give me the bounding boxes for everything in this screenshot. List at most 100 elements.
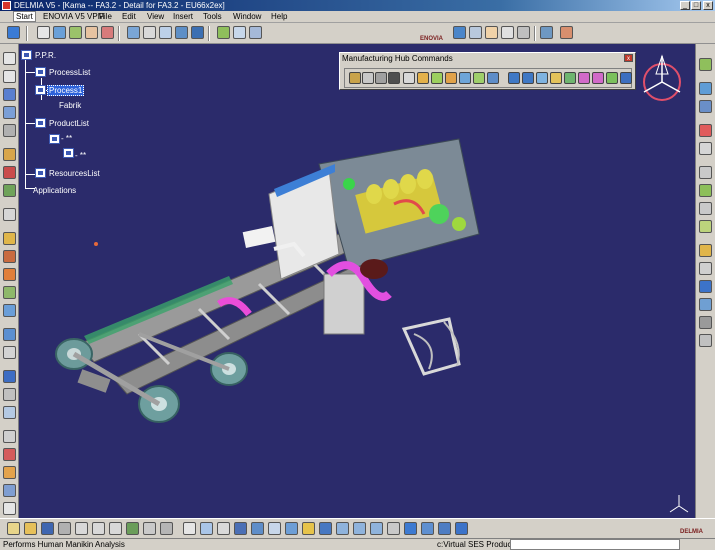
whats-this-icon[interactable] (160, 522, 173, 535)
link-icon[interactable] (249, 26, 262, 39)
macro-icon[interactable] (268, 522, 281, 535)
compass-widget[interactable] (636, 52, 688, 104)
minimize-button[interactable]: _ (680, 1, 690, 10)
resource-icon[interactable] (3, 148, 16, 161)
multi-view-icon[interactable] (404, 522, 417, 535)
menu-insert[interactable]: Insert (173, 12, 193, 21)
menu-window[interactable]: Window (233, 12, 261, 21)
doc-icon[interactable] (487, 72, 499, 84)
grid-icon[interactable] (175, 26, 188, 39)
rotate-icon[interactable] (336, 522, 349, 535)
cut-icon[interactable] (75, 522, 88, 535)
close-button[interactable]: x (703, 1, 713, 10)
orient-icon[interactable] (699, 262, 712, 275)
tree-fabrik[interactable]: Fabrik (59, 101, 81, 110)
move-icon[interactable] (445, 72, 457, 84)
hide-icon[interactable] (699, 316, 712, 329)
new-icon[interactable] (7, 522, 20, 535)
normal-view-icon[interactable] (387, 522, 400, 535)
arrange-icon[interactable] (540, 26, 553, 39)
process-list-icon[interactable] (35, 67, 46, 77)
report-icon[interactable] (3, 502, 16, 515)
binoculars-icon[interactable] (388, 72, 400, 84)
grid-icon[interactable] (522, 72, 534, 84)
folder-icon[interactable] (550, 72, 562, 84)
page-icon[interactable] (517, 26, 530, 39)
manufacturing-hub-toolbar[interactable]: Manufacturing Hub Commands x (339, 52, 636, 90)
link-icon[interactable] (3, 370, 16, 383)
undo-icon[interactable] (126, 522, 139, 535)
wizard-icon[interactable] (69, 26, 82, 39)
hammer-icon[interactable] (375, 72, 387, 84)
zoom-out-icon[interactable] (370, 522, 383, 535)
measure-icon[interactable] (699, 166, 712, 179)
bolt-icon[interactable] (417, 72, 429, 84)
product-icon[interactable] (63, 148, 74, 158)
review-icon[interactable] (699, 142, 712, 155)
hub-close-button[interactable]: x (624, 54, 633, 62)
filter-icon[interactable] (536, 72, 548, 84)
run-icon[interactable] (7, 26, 20, 39)
fly-icon[interactable] (699, 58, 712, 71)
menu-help[interactable]: Help (271, 12, 287, 21)
pan-icon[interactable] (302, 522, 315, 535)
formula-icon[interactable] (183, 522, 196, 535)
doc-icon[interactable] (233, 26, 246, 39)
compare-icon[interactable] (699, 124, 712, 137)
tool-icon[interactable] (362, 72, 374, 84)
process-icon[interactable] (35, 85, 46, 95)
layout-icon[interactable] (699, 184, 712, 197)
rail-icon[interactable] (349, 72, 361, 84)
print-icon[interactable] (58, 522, 71, 535)
catalog-icon[interactable] (251, 522, 264, 535)
shading-icon[interactable] (699, 280, 712, 293)
tree-product-item-2[interactable]: - ** (75, 151, 86, 160)
tree-product-list[interactable]: ProductList (49, 119, 89, 128)
pointer-icon[interactable] (699, 244, 712, 257)
tool-icon[interactable] (3, 250, 16, 263)
pointer-icon[interactable] (3, 70, 16, 83)
ppr-icon[interactable] (21, 50, 32, 60)
product-icon[interactable] (3, 88, 16, 101)
tree-process1[interactable]: Process1 (47, 85, 85, 96)
hub-title[interactable]: Manufacturing Hub Commands (342, 54, 633, 64)
arrow-icon[interactable] (473, 72, 485, 84)
share-icon[interactable] (459, 72, 471, 84)
tag-icon[interactable] (578, 72, 590, 84)
person-icon[interactable] (453, 26, 466, 39)
clash-icon[interactable] (699, 220, 712, 233)
section-icon[interactable] (699, 202, 712, 215)
record-icon[interactable] (3, 448, 16, 461)
shading-icon[interactable] (438, 522, 451, 535)
tree-icon[interactable] (101, 26, 114, 39)
swap-space-icon[interactable] (699, 334, 712, 347)
copy-icon[interactable] (143, 26, 156, 39)
knowledge-icon[interactable] (217, 522, 230, 535)
joint-icon[interactable] (3, 328, 16, 341)
replay-icon[interactable] (3, 466, 16, 479)
check-icon[interactable] (606, 72, 618, 84)
part-icon[interactable] (3, 124, 16, 137)
paste-icon[interactable] (109, 522, 122, 535)
cube-icon[interactable] (485, 26, 498, 39)
table-icon[interactable] (85, 26, 98, 39)
window-icon[interactable] (501, 26, 514, 39)
move-icon[interactable] (319, 522, 332, 535)
flag-icon[interactable] (469, 26, 482, 39)
measure-icon[interactable] (3, 346, 16, 359)
device-icon[interactable] (3, 286, 16, 299)
select-icon[interactable] (3, 52, 16, 65)
catalog-icon[interactable] (699, 82, 712, 95)
product-icon[interactable] (49, 134, 60, 144)
tree-process-list[interactable]: ProcessList (49, 68, 90, 77)
browser-icon[interactable] (699, 100, 712, 113)
maximize-button[interactable]: □ (691, 1, 701, 10)
menu-view[interactable]: View (147, 12, 164, 21)
camera-icon[interactable] (191, 26, 204, 39)
menu-tools[interactable]: Tools (203, 12, 222, 21)
redo-icon[interactable] (143, 522, 156, 535)
weld-icon[interactable] (3, 268, 16, 281)
annotation-icon[interactable] (3, 208, 16, 221)
tree-resources-list[interactable]: ResourcesList (49, 169, 100, 178)
fly-mode-icon[interactable] (285, 522, 298, 535)
